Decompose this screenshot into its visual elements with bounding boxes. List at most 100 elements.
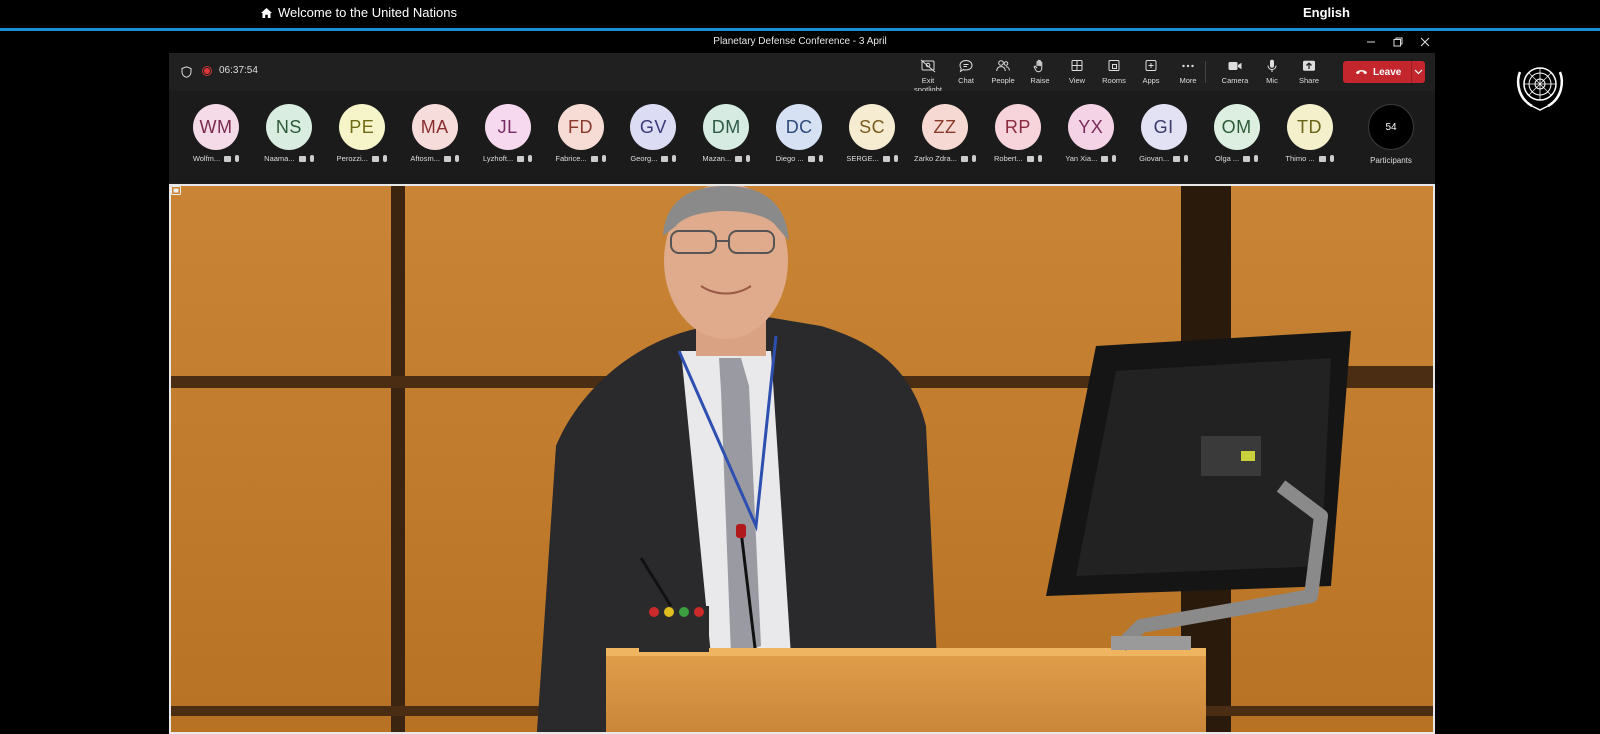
language-selector[interactable]: English — [1303, 5, 1350, 20]
hang-up-icon — [1356, 70, 1367, 75]
participant-name: Zarko Zdra... — [914, 154, 957, 163]
participant-tile[interactable]: FD Fabrice... — [546, 104, 616, 163]
camera-off-icon — [1026, 155, 1034, 162]
participant-tile[interactable]: DC Diego ... — [764, 104, 834, 163]
participant-tile[interactable]: WM Wolfm... — [181, 104, 251, 163]
mic-muted-icon — [1037, 155, 1042, 162]
camera-off-icon — [807, 155, 815, 162]
participants-strip: WM Wolfm... NS Naama... PE Perozzi... MA Aftosm… — [169, 91, 1435, 183]
mic-muted-icon — [746, 155, 751, 162]
view-label: View — [1068, 76, 1086, 85]
participants-label: Participants — [1370, 156, 1412, 165]
view-button[interactable]: View — [1058, 57, 1096, 89]
exit-spotlight-button[interactable]: Exit spotlight — [909, 57, 947, 94]
home-link-label: Welcome to the United Nations — [278, 5, 457, 20]
apps-icon — [1145, 60, 1157, 71]
share-button[interactable]: Share — [1290, 57, 1328, 89]
mic-muted-icon — [454, 155, 459, 162]
avatar: GI — [1140, 104, 1187, 150]
participant-info-row: Mazan... — [691, 154, 761, 163]
rooms-button[interactable]: Rooms — [1095, 57, 1133, 89]
participant-name: Diego ... — [775, 154, 804, 163]
camera-off-icon — [517, 155, 525, 162]
avatar: FD — [557, 104, 604, 150]
participant-info-row: Diego ... — [764, 154, 834, 163]
speaker-video-frame — [171, 186, 1433, 732]
spotlight-video[interactable] — [169, 184, 1435, 734]
participant-name: Olga ... — [1215, 154, 1240, 163]
participant-tile[interactable]: SC SERGE... — [837, 104, 907, 163]
apps-button[interactable]: Apps — [1132, 57, 1170, 89]
participant-tile[interactable]: TD Thimo ... — [1275, 104, 1345, 163]
home-link[interactable]: Welcome to the United Nations — [260, 5, 457, 20]
avatar: TD — [1286, 104, 1333, 150]
participant-name: Yan Xia... — [1065, 154, 1098, 163]
avatar: SC — [849, 104, 896, 150]
chat-button[interactable]: Chat — [947, 57, 985, 89]
more-button[interactable]: More — [1169, 57, 1207, 89]
camera-off-icon — [1318, 155, 1326, 162]
participant-tile[interactable]: RP Robert... — [983, 104, 1053, 163]
participants-button[interactable]: 54 Participants — [1361, 104, 1421, 165]
restore-button[interactable] — [1384, 31, 1412, 52]
people-button[interactable]: People — [984, 57, 1022, 89]
participant-name: Thimo ... — [1285, 154, 1315, 163]
camera-off-icon — [882, 155, 890, 162]
participant-info-row: Thimo ... — [1275, 154, 1345, 163]
participant-tile[interactable]: GV Georg... — [618, 104, 688, 163]
participant-count: 54 — [1368, 104, 1414, 150]
participant-tile[interactable]: YX Yan Xia... — [1056, 104, 1126, 163]
mic-muted-icon — [893, 155, 898, 162]
participant-tile[interactable]: PE Perozzi... — [327, 104, 397, 163]
participant-tile[interactable]: DM Mazan... — [691, 104, 761, 163]
participant-tile[interactable]: GI Giovan... — [1129, 104, 1199, 163]
leave-main[interactable]: Leave — [1343, 67, 1411, 78]
leave-dropdown[interactable] — [1412, 69, 1425, 75]
mic-button[interactable]: Mic — [1253, 57, 1291, 89]
camera-button[interactable]: Camera — [1216, 57, 1254, 89]
participant-name: Wolfm... — [192, 154, 221, 163]
raise-hand-label: Raise — [1030, 76, 1050, 85]
participant-tile[interactable]: OM Olga ... — [1202, 104, 1272, 163]
camera-label: Camera — [1221, 76, 1249, 85]
shield-icon[interactable] — [181, 66, 192, 78]
home-icon — [261, 7, 272, 18]
chat-icon — [959, 59, 973, 73]
mic-muted-icon — [601, 155, 606, 162]
participant-info-row: Lyzhoft... — [473, 154, 543, 163]
minimize-button[interactable] — [1357, 31, 1385, 52]
avatar: WM — [193, 104, 239, 150]
camera-off-icon — [1173, 155, 1181, 162]
site-top-bar: Welcome to the United Nations English — [0, 0, 1600, 28]
mic-muted-icon — [1329, 155, 1334, 162]
raise-hand-icon — [1033, 59, 1043, 73]
participant-tile[interactable]: NS Naama... — [254, 104, 324, 163]
close-button[interactable] — [1411, 31, 1439, 52]
mic-muted-icon — [1254, 155, 1259, 162]
participant-info-row: Yan Xia... — [1056, 154, 1126, 163]
participant-tile[interactable]: ZZ Zarko Zdra... — [910, 104, 980, 163]
participant-info-row: Fabrice... — [546, 154, 616, 163]
participant-info-row: Giovan... — [1129, 154, 1199, 163]
mic-muted-icon — [971, 155, 976, 162]
avatar: ZZ — [922, 104, 968, 150]
camera-icon — [1228, 62, 1242, 70]
fullscreen-icon[interactable] — [171, 186, 181, 195]
avatar: PE — [338, 104, 385, 150]
leave-label: Leave — [1373, 66, 1402, 78]
mic-muted-icon — [672, 155, 677, 162]
participant-tile[interactable]: JL Lyzhoft... — [473, 104, 543, 163]
meeting-timer: 06:37:54 — [219, 65, 258, 76]
raise-hand-button[interactable]: Raise — [1021, 57, 1059, 89]
leave-button[interactable]: Leave — [1343, 61, 1425, 83]
view-icon — [1071, 60, 1083, 71]
participant-tile[interactable]: MA Aftosm... — [400, 104, 470, 163]
camera-off-icon — [661, 155, 669, 162]
avatar: RP — [994, 104, 1041, 150]
people-icon — [996, 60, 1010, 72]
participant-name: Aftosm... — [410, 154, 440, 163]
rooms-icon — [1108, 60, 1120, 71]
participant-name: Georg... — [630, 154, 658, 163]
participant-info-row: Aftosm... — [400, 154, 470, 163]
participant-name: Lyzhoft... — [483, 154, 514, 163]
